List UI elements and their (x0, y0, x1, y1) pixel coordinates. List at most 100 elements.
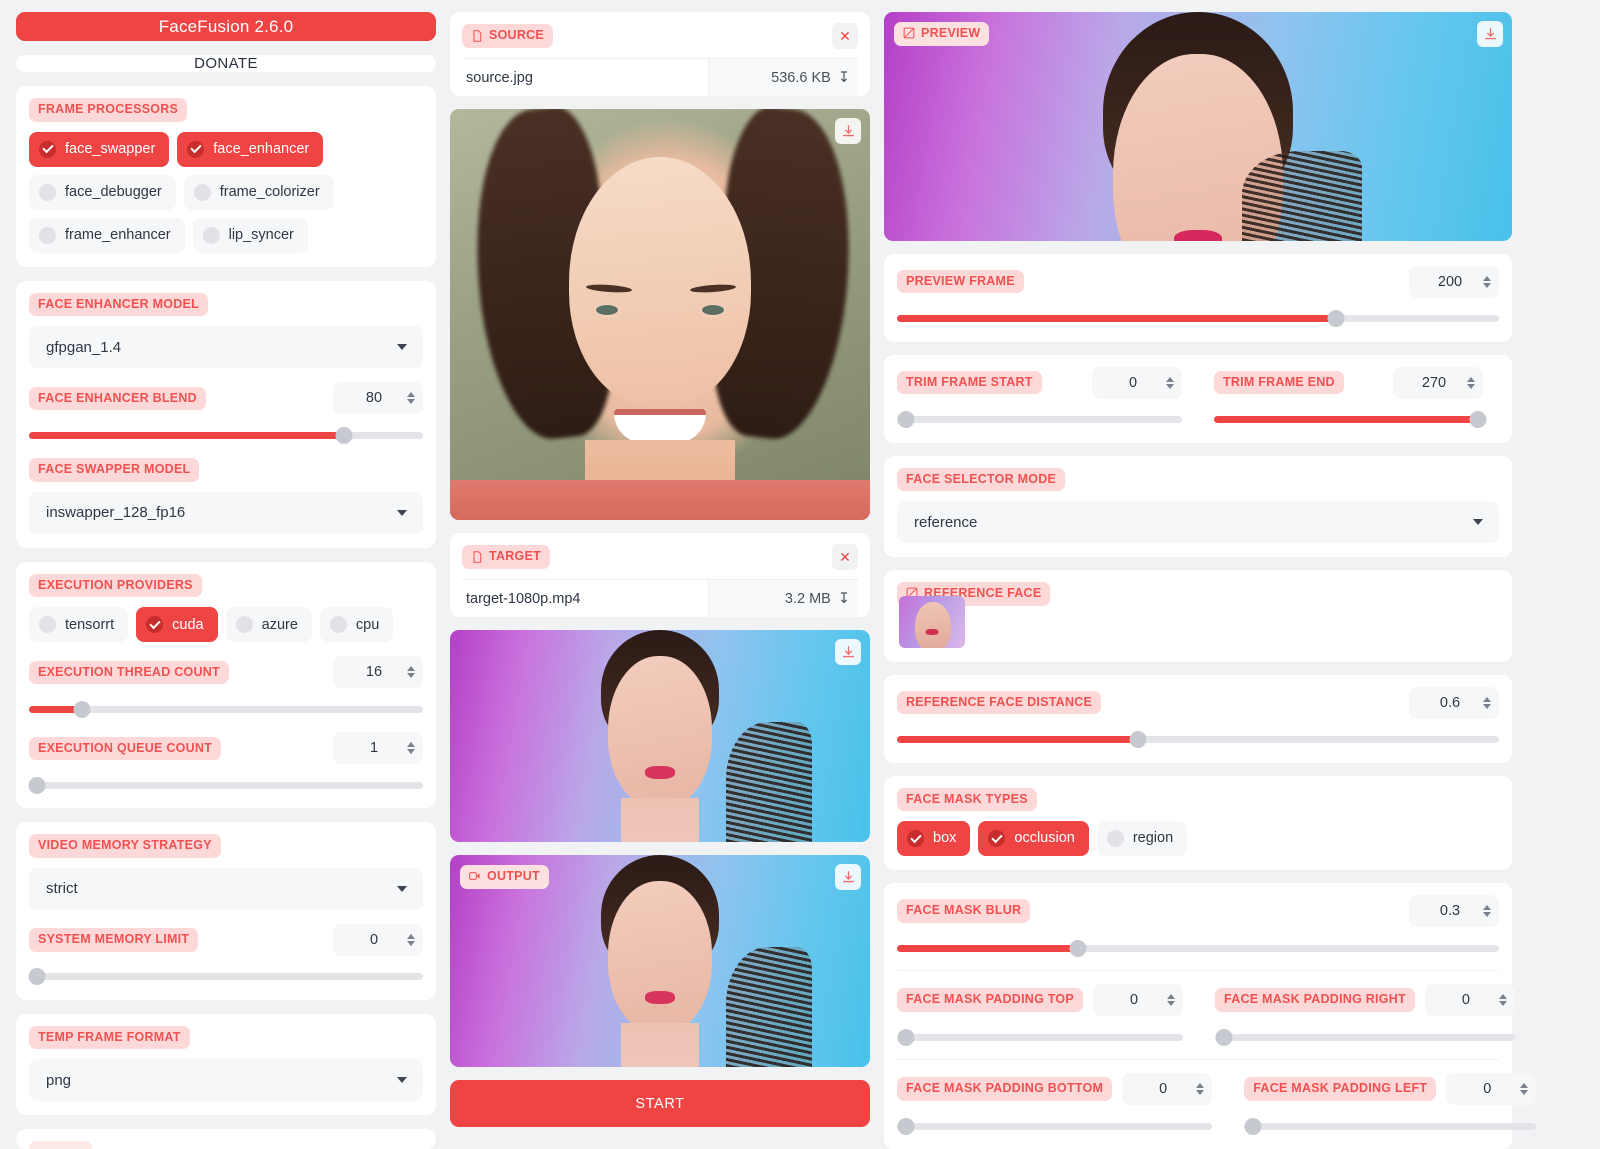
face-swapper-model-value: inswapper_128_fp16 (46, 504, 186, 522)
temp-frame-format-label: TEMP FRAME FORMAT (29, 1025, 190, 1050)
chevron-down-icon (397, 509, 407, 516)
face-mask-blur-input[interactable]: 0.3 (1409, 895, 1499, 927)
chevron-down-icon (1473, 519, 1483, 525)
stepper-icon[interactable] (1483, 696, 1491, 709)
reference-face-distance-slider[interactable] (897, 731, 1499, 749)
source-file-row[interactable]: source.jpg 536.6 KB ↧ (462, 58, 858, 96)
face-mask-blur-row: FACE MASK BLUR 0.3 (897, 895, 1499, 927)
face-mask-padding-left-value: 0 (1483, 1081, 1492, 1097)
reference-face-distance-input[interactable]: 0.6 (1409, 686, 1499, 719)
stepper-icon[interactable] (407, 933, 415, 946)
stepper-icon[interactable] (407, 666, 415, 679)
checkbox-frame-enhancer[interactable]: frame_enhancer (29, 217, 185, 253)
checkbox-face-enhancer[interactable]: face_enhancer (177, 131, 324, 167)
preview-image: PREVIEW (884, 12, 1512, 241)
temp-frame-format-select[interactable]: png (29, 1059, 423, 1102)
download-icon[interactable]: ↧ (838, 70, 850, 86)
unchecked-icon (235, 616, 253, 634)
face-mask-types-card: FACE MASK TYPES box occlusion region (884, 775, 1512, 870)
face-mask-padding-right-slider[interactable] (1215, 1028, 1515, 1046)
stepper-icon[interactable] (1483, 275, 1491, 288)
unchecked-icon (202, 226, 220, 244)
face-mask-padding-bottom-input[interactable]: 0 (1122, 1073, 1213, 1105)
download-icon[interactable]: ↧ (838, 591, 850, 607)
face-mask-padding-left-input[interactable]: 0 (1446, 1073, 1537, 1105)
face-mask-padding-right-input[interactable]: 0 (1424, 984, 1515, 1016)
source-download-button[interactable] (835, 118, 861, 144)
system-memory-limit-slider[interactable] (28, 968, 423, 986)
face-enhancer-blend-value: 80 (365, 390, 383, 407)
execution-thread-count-input[interactable]: 16 (333, 656, 423, 689)
face-mask-padding-left-slider[interactable] (1244, 1117, 1537, 1135)
checkbox-face-swapper[interactable]: face_swapper (29, 131, 170, 167)
donate-button[interactable]: DONATE (16, 55, 436, 73)
stepper-icon[interactable] (1520, 1083, 1529, 1095)
source-close-button[interactable]: ✕ (832, 23, 858, 49)
face-swapper-model-select[interactable]: inswapper_128_fp16 (29, 491, 423, 534)
trim-frame-end-group: TRIM FRAME END 270 (1198, 366, 1499, 429)
output-download-button[interactable] (835, 864, 861, 890)
target-close-button[interactable]: ✕ (832, 544, 858, 570)
trim-frames-grid: TRIM FRAME START 0 TRIM FRAME END 270 (897, 366, 1499, 429)
trim-frame-start-input[interactable]: 0 (1092, 366, 1182, 399)
execution-queue-count-slider[interactable] (28, 776, 423, 794)
execution-thread-count-slider[interactable] (29, 700, 423, 718)
checkbox-face-debugger[interactable]: face_debugger (29, 174, 176, 210)
stepper-icon[interactable] (1196, 1083, 1205, 1095)
target-video (450, 630, 870, 842)
face-mask-padding-top-group: FACE MASK PADDING TOP 0 (897, 984, 1199, 1046)
stepper-icon[interactable] (1467, 376, 1475, 389)
source-filesize-cell[interactable]: 536.6 KB ↧ (708, 59, 858, 96)
face-enhancer-blend-slider[interactable] (29, 426, 423, 444)
execution-queue-count-input[interactable]: 1 (333, 732, 423, 765)
execution-thread-count-value: 16 (365, 664, 383, 681)
checkbox-region[interactable]: region (1096, 821, 1188, 856)
target-filesize-cell[interactable]: 3.2 MB ↧ (708, 580, 858, 617)
stepper-icon[interactable] (407, 742, 415, 755)
checkbox-cpu[interactable]: cpu (319, 607, 394, 643)
start-button[interactable]: START (450, 1080, 870, 1127)
stepper-icon[interactable] (1498, 994, 1507, 1006)
download-icon (842, 645, 854, 657)
check-icon (907, 830, 924, 847)
checkbox-frame-colorizer[interactable]: frame_colorizer (183, 174, 334, 210)
start-label: START (635, 1095, 685, 1112)
preview-frame-slider[interactable] (897, 310, 1499, 328)
execution-thread-count-label: EXECUTION THREAD COUNT (29, 660, 229, 685)
preview-download-button[interactable] (1477, 21, 1503, 47)
stepper-icon[interactable] (407, 392, 415, 405)
checkbox-lip-syncer[interactable]: lip_syncer (192, 217, 308, 253)
face-enhancer-model-select[interactable]: gfpgan_1.4 (29, 326, 423, 369)
reference-face-thumbnail[interactable] (899, 595, 965, 648)
trim-frame-end-slider[interactable] (1214, 411, 1487, 429)
checkbox-cuda[interactable]: cuda (136, 607, 218, 643)
checkbox-occlusion[interactable]: occlusion (978, 821, 1089, 856)
checkbox-tensorrt[interactable]: tensorrt (29, 607, 129, 643)
checkbox-azure[interactable]: azure (225, 607, 312, 643)
face-mask-blur-slider[interactable] (897, 939, 1499, 957)
target-file-row[interactable]: target-1080p.mp4 3.2 MB ↧ (462, 579, 858, 617)
face-selector-mode-select[interactable]: reference (897, 501, 1499, 543)
face-mask-padding-right-group: FACE MASK PADDING RIGHT 0 (1199, 984, 1531, 1046)
video-memory-strategy-select[interactable]: strict (29, 867, 423, 910)
stepper-icon[interactable] (1483, 905, 1491, 917)
checkbox-label: box (933, 830, 957, 847)
face-enhancer-blend-input[interactable]: 80 (333, 382, 423, 415)
preview-frame-input[interactable]: 200 (1409, 265, 1499, 298)
stepper-icon[interactable] (1166, 376, 1174, 389)
trim-frame-start-slider[interactable] (897, 411, 1182, 429)
execution-card: EXECUTION PROVIDERS tensorrt cuda azure … (16, 561, 436, 809)
system-memory-limit-input[interactable]: 0 (333, 923, 423, 956)
face-mask-padding-top-input[interactable]: 0 (1093, 984, 1183, 1016)
target-download-button[interactable] (835, 639, 861, 665)
face-mask-padding-bottom-slider[interactable] (897, 1117, 1213, 1135)
trim-frame-end-input[interactable]: 270 (1393, 366, 1483, 399)
app-title: FaceFusion 2.6.0 (158, 16, 294, 36)
face-mask-padding-top-slider[interactable] (897, 1028, 1183, 1046)
stepper-icon[interactable] (1167, 994, 1175, 1006)
trim-frames-card: TRIM FRAME START 0 TRIM FRAME END 270 (884, 354, 1512, 443)
models-card: FACE ENHANCER MODEL gfpgan_1.4 FACE ENHA… (16, 280, 436, 548)
checkbox-box[interactable]: box (897, 821, 971, 856)
face-selector-mode-label: FACE SELECTOR MODE (897, 467, 1066, 491)
reference-face-card: REFERENCE FACE (884, 570, 1512, 662)
